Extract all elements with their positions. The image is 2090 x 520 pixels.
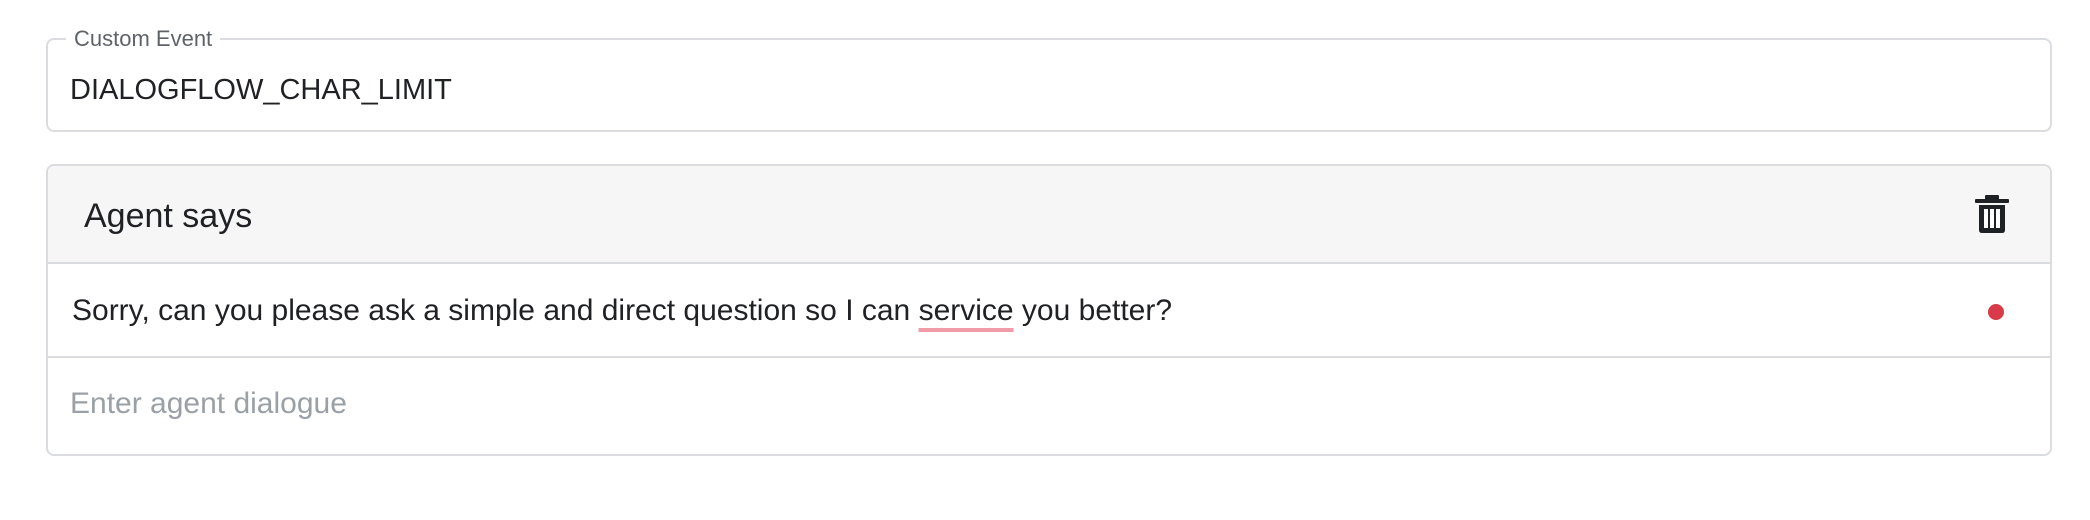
agent-says-card: Agent says Sorry, can you please ask a s… — [46, 164, 2052, 456]
delete-button[interactable] — [1970, 192, 2014, 236]
agent-dialogue-input-row — [48, 358, 2050, 454]
agent-says-title: Agent says — [84, 197, 253, 235]
agent-response-after: you better? — [1013, 294, 1173, 327]
agent-response-text[interactable]: Sorry, can you please ask a simple and d… — [72, 292, 1172, 330]
misspelled-word[interactable]: service — [919, 294, 1014, 327]
trash-icon — [1975, 195, 2009, 233]
custom-event-value[interactable]: DIALOGFLOW_CHAR_LIMIT — [70, 72, 452, 108]
intent-editor: Custom Event DIALOGFLOW_CHAR_LIMIT Agent… — [0, 0, 2090, 520]
error-indicator-dot — [1988, 304, 2004, 320]
agent-response-row[interactable]: Sorry, can you please ask a simple and d… — [48, 264, 2050, 358]
agent-response-before: Sorry, can you please ask a simple and d… — [72, 294, 919, 327]
agent-says-header: Agent says — [48, 166, 2050, 264]
custom-event-label: Custom Event — [66, 26, 221, 52]
agent-dialogue-input[interactable] — [70, 380, 1970, 428]
custom-event-field[interactable]: Custom Event DIALOGFLOW_CHAR_LIMIT — [46, 26, 2052, 132]
